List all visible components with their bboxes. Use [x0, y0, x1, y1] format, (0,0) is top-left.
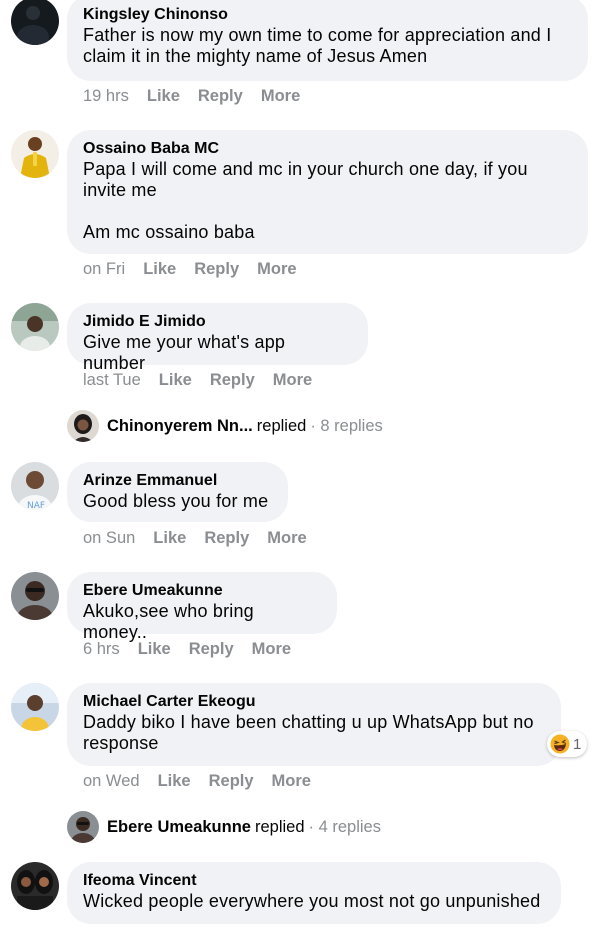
comment-text-line: Papa I will come and mc in your church o…: [83, 159, 528, 179]
comment-text-line: response: [83, 733, 159, 753]
comment-text-line: Good bless you for me: [83, 491, 269, 511]
reply-author: Chinonyerem Nn...: [107, 416, 253, 435]
avatar[interactable]: [11, 862, 59, 910]
avatar[interactable]: [11, 683, 59, 731]
comment-text-line: claim it in the mighty name of Jesus Ame…: [83, 46, 428, 66]
comment-actions: 6 hrs Like Reply More: [83, 639, 291, 659]
comment-text-line: Am mc ossaino baba: [83, 222, 255, 242]
comment-author[interactable]: Ifeoma Vincent: [83, 871, 545, 891]
comment-author[interactable]: Ossaino Baba MC: [83, 139, 572, 159]
reaction-badge[interactable]: 1: [547, 731, 588, 757]
view-replies-link[interactable]: Ebere Umeakunne replied · 4 replies: [67, 811, 381, 843]
reply-button[interactable]: Reply: [210, 370, 255, 390]
comment-author[interactable]: Kingsley Chinonso: [83, 5, 572, 25]
reaction-count: 1: [573, 735, 582, 753]
comment-actions: on Sun Like Reply More: [83, 528, 307, 548]
avatar[interactable]: [11, 130, 59, 178]
comment-text-line: Give me your what's app number: [83, 332, 286, 373]
comment-bubble: Ifeoma Vincent Wicked people everywhere …: [67, 862, 561, 924]
more-button[interactable]: More: [267, 528, 306, 548]
comment-text-line: invite me: [83, 180, 157, 200]
avatar[interactable]: [11, 303, 59, 351]
comment-actions: on Fri Like Reply More: [83, 259, 297, 279]
comment-timestamp: on Sun: [83, 529, 136, 547]
reply-button[interactable]: Reply: [189, 639, 234, 659]
comment-author[interactable]: Arinze Emmanuel: [83, 471, 272, 491]
comment-text-line: Akuko,see who bring money..: [83, 601, 254, 642]
like-button[interactable]: Like: [147, 86, 180, 106]
more-button[interactable]: More: [272, 771, 311, 791]
reply-avatar: [67, 811, 99, 843]
reply-action-text: replied: [254, 817, 305, 836]
reply-count: · 4 replies: [308, 817, 381, 836]
comment-bubble: Arinze Emmanuel Good bless you for me: [67, 462, 288, 522]
avatar[interactable]: [11, 572, 59, 620]
comment-bubble: Ebere Umeakunne Akuko,see who bring mone…: [67, 572, 337, 642]
comment-actions: 19 hrs Like Reply More: [83, 86, 300, 106]
comment-timestamp: on Wed: [83, 772, 140, 790]
like-button[interactable]: Like: [158, 771, 191, 791]
laughing-emoji-icon: [550, 734, 570, 754]
comment-actions: last Tue Like Reply More: [83, 370, 312, 390]
reply-author: Ebere Umeakunne: [107, 817, 251, 836]
like-button[interactable]: Like: [153, 528, 186, 548]
reply-button[interactable]: Reply: [194, 259, 239, 279]
reply-count: · 8 replies: [310, 416, 383, 435]
reply-avatar: [67, 410, 99, 442]
comment-timestamp: 19 hrs: [83, 87, 129, 105]
comment-actions: on Wed Like Reply More: [83, 771, 311, 791]
comment-timestamp: last Tue: [83, 371, 141, 389]
like-button[interactable]: Like: [143, 259, 176, 279]
like-button[interactable]: Like: [159, 370, 192, 390]
comment-author[interactable]: Ebere Umeakunne: [83, 581, 321, 601]
avatar[interactable]: [11, 0, 59, 45]
svg-text:NAF: NAF: [27, 501, 45, 510]
comment-bubble: Michael Carter Ekeogu Daddy biko I have …: [67, 683, 561, 766]
view-replies-link[interactable]: Chinonyerem Nn... replied · 8 replies: [67, 410, 383, 442]
more-button[interactable]: More: [261, 86, 300, 106]
comment-bubble: Ossaino Baba MC Papa I will come and mc …: [67, 130, 588, 254]
reply-button[interactable]: Reply: [209, 771, 254, 791]
comment-bubble: Kingsley Chinonso Father is now my own t…: [67, 0, 588, 81]
comment-bubble: Jimido E Jimido Give me your what's app …: [67, 303, 368, 373]
comment-timestamp: 6 hrs: [83, 640, 120, 658]
comment-text-line: Daddy biko I have been chatting u up Wha…: [83, 712, 534, 732]
like-button[interactable]: Like: [138, 639, 171, 659]
more-button[interactable]: More: [252, 639, 291, 659]
comment-text-line: Wicked people everywhere you most not go…: [83, 891, 541, 911]
reply-button[interactable]: Reply: [204, 528, 249, 548]
reply-button[interactable]: Reply: [198, 86, 243, 106]
comment-text-line: Father is now my own time to come for ap…: [83, 25, 552, 45]
comment-author[interactable]: Jimido E Jimido: [83, 312, 352, 332]
comment-timestamp: on Fri: [83, 260, 126, 278]
more-button[interactable]: More: [257, 259, 296, 279]
more-button[interactable]: More: [273, 370, 312, 390]
comment-author[interactable]: Michael Carter Ekeogu: [83, 692, 545, 712]
reply-action-text: replied: [256, 416, 307, 435]
avatar[interactable]: NAF: [11, 462, 59, 510]
